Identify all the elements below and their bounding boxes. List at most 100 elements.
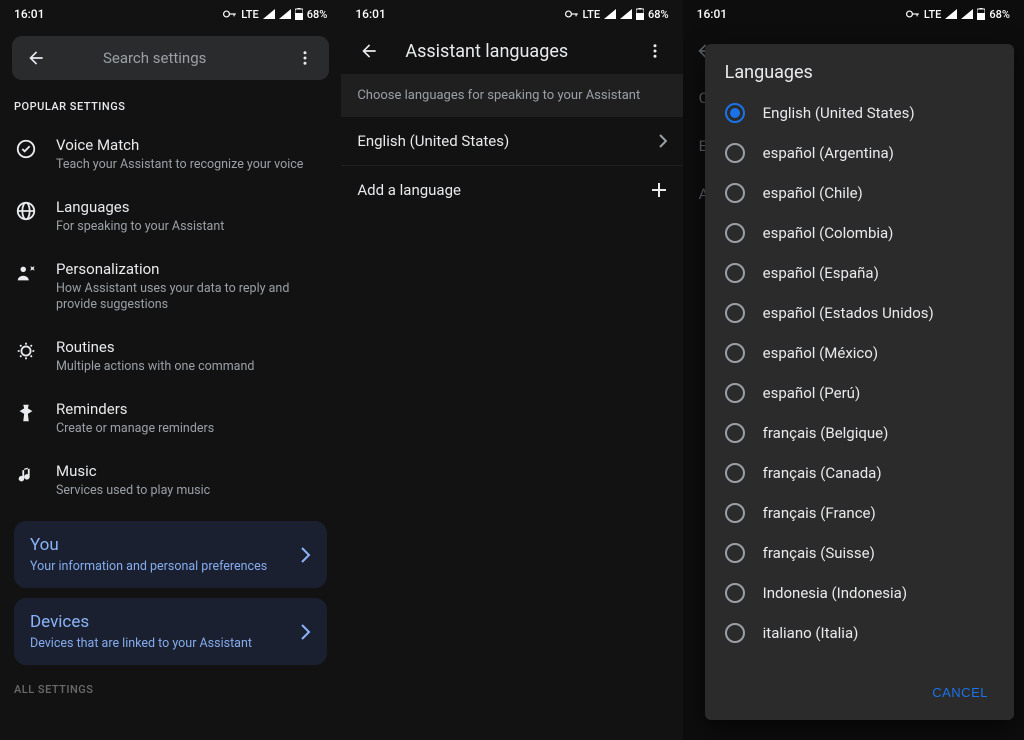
language-label: français (France) — [763, 504, 876, 522]
personalization-icon — [14, 261, 38, 285]
card-title: You — [30, 535, 311, 555]
setting-music[interactable]: MusicServices used to play music — [0, 449, 341, 511]
radio-icon — [725, 143, 745, 163]
signal-icon — [263, 9, 275, 19]
setting-reminders[interactable]: RemindersCreate or manage reminders — [0, 387, 341, 449]
language-option[interactable]: español (España) — [705, 253, 1014, 293]
cancel-button[interactable]: CANCEL — [922, 677, 998, 708]
setting-title: Voice Match — [56, 135, 303, 155]
language-label: français (Canada) — [763, 464, 882, 482]
globe-icon — [14, 199, 38, 223]
battery-pct: 68% — [989, 8, 1010, 21]
battery-icon — [977, 8, 985, 20]
language-option[interactable]: français (Canada) — [705, 453, 1014, 493]
back-button[interactable] — [353, 35, 385, 67]
language-label: français (Suisse) — [763, 544, 875, 562]
setting-title: Routines — [56, 337, 254, 357]
setting-sub: For speaking to your Assistant — [56, 219, 224, 235]
setting-sub: Multiple actions with one command — [56, 359, 254, 375]
status-time: 16:01 — [697, 7, 727, 21]
language-option[interactable]: Indonesia (Indonesia) — [705, 573, 1014, 613]
battery-pct: 68% — [648, 8, 669, 21]
status-bar: 16:01 LTE 68% — [341, 0, 682, 28]
radio-icon — [725, 303, 745, 323]
language-label: español (Chile) — [763, 184, 863, 202]
card-you[interactable]: You Your information and personal prefer… — [14, 521, 327, 588]
section-label-popular: POPULAR SETTINGS — [0, 92, 341, 123]
radio-icon — [725, 343, 745, 363]
setting-title: Personalization — [56, 259, 306, 279]
status-time: 16:01 — [355, 7, 385, 21]
language-dialog: Languages English (United States)español… — [705, 44, 1014, 720]
language-picker-panel: 16:01 LTE 68% C E A Languages English (U… — [683, 0, 1024, 740]
setting-languages[interactable]: Languages For speaking to your Assistant — [0, 185, 341, 247]
status-right: LTE 68% — [565, 8, 669, 21]
primary-language-label: English (United States) — [357, 132, 509, 150]
chevron-right-icon — [659, 134, 667, 148]
language-option[interactable]: français (Belgique) — [705, 413, 1014, 453]
search-settings-bar[interactable]: Search settings — [12, 36, 329, 80]
language-option[interactable]: English (United States) — [705, 93, 1014, 133]
signal-icon-2 — [620, 9, 632, 19]
more-icon[interactable] — [639, 35, 671, 67]
setting-title: Languages — [56, 197, 224, 217]
info-text: Choose languages for speaking to your As… — [341, 74, 682, 117]
vpn-key-icon — [223, 9, 237, 19]
plus-icon — [651, 182, 667, 198]
language-option[interactable]: français (France) — [705, 493, 1014, 533]
primary-language-row[interactable]: English (United States) — [341, 117, 682, 165]
battery-pct: 68% — [307, 8, 328, 21]
language-label: español (Perú) — [763, 384, 861, 402]
setting-personalization[interactable]: PersonalizationHow Assistant uses your d… — [0, 247, 341, 325]
signal-icon — [604, 9, 616, 19]
more-icon[interactable] — [289, 42, 321, 74]
language-option[interactable]: italiano (Italia) — [705, 613, 1014, 653]
language-option[interactable]: français (Suisse) — [705, 533, 1014, 573]
setting-sub: Teach your Assistant to recognize your v… — [56, 157, 303, 173]
language-label: English (United States) — [763, 104, 915, 122]
language-label: español (Colombia) — [763, 224, 894, 242]
radio-icon — [725, 423, 745, 443]
language-label: Indonesia (Indonesia) — [763, 584, 907, 602]
radio-icon — [725, 543, 745, 563]
network-lte-label: LTE — [924, 8, 942, 21]
language-list[interactable]: English (United States) español (Argentin… — [705, 93, 1014, 671]
vpn-key-icon — [565, 9, 579, 19]
language-option[interactable]: español (Colombia) — [705, 213, 1014, 253]
radio-icon — [725, 583, 745, 603]
language-option[interactable]: español (Estados Unidos) — [705, 293, 1014, 333]
signal-icon-2 — [961, 9, 973, 19]
settings-panel: 16:01 LTE 68% Search settings POPULAR SE… — [0, 0, 341, 740]
status-right: LTE 68% — [906, 8, 1010, 21]
add-language-row[interactable]: Add a language — [341, 165, 682, 213]
language-option[interactable]: español (México) — [705, 333, 1014, 373]
reminders-icon — [14, 401, 38, 425]
assistant-languages-panel: 16:01 LTE 68% Assistant languages Choose… — [341, 0, 682, 740]
status-right: LTE 68% — [223, 8, 327, 21]
vpn-key-icon — [906, 9, 920, 19]
setting-voice-match[interactable]: Voice Match Teach your Assistant to recog… — [0, 123, 341, 185]
radio-icon — [725, 623, 745, 643]
battery-icon — [636, 8, 644, 20]
setting-sub: Services used to play music — [56, 483, 210, 499]
network-lte-label: LTE — [241, 8, 259, 21]
setting-sub: How Assistant uses your data to reply an… — [56, 281, 306, 313]
language-option[interactable]: español (Chile) — [705, 173, 1014, 213]
music-icon — [14, 463, 38, 487]
setting-title: Reminders — [56, 399, 214, 419]
language-label: español (México) — [763, 344, 878, 362]
card-devices[interactable]: Devices Devices that are linked to your … — [14, 598, 327, 665]
language-option[interactable]: español (Argentina) — [705, 133, 1014, 173]
radio-icon — [725, 463, 745, 483]
chevron-right-icon — [301, 624, 311, 640]
radio-icon — [725, 383, 745, 403]
language-label: italiano (Italia) — [763, 624, 859, 642]
language-option[interactable]: español (Perú) — [705, 373, 1014, 413]
status-bar: 16:01 LTE 68% — [683, 0, 1024, 28]
radio-icon — [725, 223, 745, 243]
chevron-right-icon — [301, 547, 311, 563]
language-label: español (España) — [763, 264, 879, 282]
page-header: Assistant languages — [341, 28, 682, 74]
setting-routines[interactable]: Routines Multiple actions with one comman… — [0, 325, 341, 387]
voice-match-icon — [14, 137, 38, 161]
